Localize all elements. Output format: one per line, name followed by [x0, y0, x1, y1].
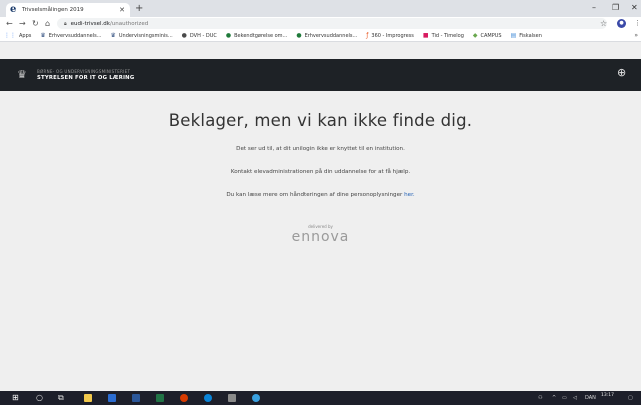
browser-tab[interactable]: e Trivselsmålingen 2019 ✕ — [6, 3, 130, 17]
bookmark-item[interactable]: ● Bekendtgørelse om... — [225, 31, 288, 39]
message-line-3: Du kan læse mere om håndteringen af dine… — [0, 192, 641, 198]
bookmark-item[interactable]: ♛ Undervisningsminis... — [110, 31, 173, 39]
agency-name: STYRELSEN FOR IT OG LÆRING — [37, 75, 135, 81]
bookmark-item[interactable]: ◆ CAMPUS — [472, 31, 502, 39]
campus-icon: ◆ — [472, 31, 478, 39]
reload-icon[interactable]: ↻ — [32, 17, 39, 30]
main-content: Beklager, men vi kan ikke finde dig. Det… — [0, 91, 641, 391]
bookmark-item[interactable]: ▤ Fiskalsen — [510, 31, 542, 39]
message-line-1: Det ser ud til, at dit unilogin ikke er … — [236, 146, 405, 152]
tab-close-icon[interactable]: ✕ — [119, 6, 125, 14]
privacy-link[interactable]: her. — [404, 192, 415, 198]
bookmark-label: Bekendtgørelse om... — [234, 32, 288, 39]
word-icon[interactable] — [132, 394, 140, 402]
task-view-icon[interactable]: ⧉ — [58, 391, 64, 405]
maximize-icon[interactable]: ❐ — [612, 2, 619, 14]
volume-icon[interactable]: ◁ — [573, 391, 577, 405]
menu-kebab-icon[interactable]: ⋮ — [634, 17, 641, 30]
minimize-icon[interactable]: – — [592, 2, 596, 14]
skype-icon[interactable] — [204, 394, 212, 402]
profile-avatar[interactable]: ● — [617, 19, 626, 28]
message-line-2: Kontakt elevadministrationen på din udda… — [230, 169, 411, 175]
circle-logo-icon: ● — [181, 31, 187, 39]
bookmark-label: 360 - Improgress — [371, 32, 414, 39]
bookmark-label: DVH - DUC — [189, 32, 217, 39]
taskbar-clock[interactable]: 13:17 — [601, 393, 614, 398]
browser-toolbar: ← → ↻ ⌂ 🔒︎ eudi-trivsel.dk/unauthorized … — [0, 17, 641, 30]
file-explorer-icon[interactable] — [84, 394, 92, 402]
browser-tab-strip: e Trivselsmålingen 2019 ✕ + – ❐ ✕ — [0, 0, 641, 17]
bookmark-label: Apps — [19, 32, 32, 39]
bookmark-item[interactable]: ƒ 360 - Improgress — [366, 31, 414, 39]
folder-icon: ▤ — [510, 31, 517, 39]
url-host: eudi-trivsel.dk — [70, 20, 110, 27]
bookmark-item[interactable]: ♛ Erhvervsuddannels... — [40, 31, 102, 39]
bookmark-label: Fiskalsen — [519, 32, 542, 39]
bookmark-label: Undervisningsminis... — [118, 32, 173, 39]
page-title: Beklager, men vi kan ikke finde dig. — [168, 111, 473, 130]
ennova-favicon-icon: e — [10, 4, 17, 15]
new-tab-button[interactable]: + — [135, 2, 143, 16]
crown-crest-icon: ♛ — [17, 68, 27, 81]
search-icon[interactable]: ○ — [36, 391, 43, 405]
crown-icon: ♛ — [110, 31, 116, 39]
windows-taskbar: ⊞ ○ ⧉ ⚇ ^ ▭ ◁ DAN 13:17 ▢ — [0, 391, 641, 405]
crown-icon: ♛ — [40, 31, 46, 39]
settings-icon[interactable] — [252, 394, 260, 402]
back-arrow-icon[interactable]: ← — [6, 17, 13, 30]
ennova-logo: ennova — [291, 229, 350, 245]
circle-logo-icon: ● — [225, 31, 232, 39]
outlook-icon[interactable] — [108, 394, 116, 402]
lock-icon: 🔒︎ — [64, 20, 67, 27]
bookmarks-overflow-icon[interactable]: » — [634, 30, 638, 41]
timelog-icon: ■ — [422, 31, 429, 39]
circle-logo-icon: ● — [296, 31, 302, 39]
improgress-icon: ƒ — [366, 31, 369, 39]
bookmark-item[interactable]: ● Erhvervsuddannels... — [296, 31, 358, 39]
forward-arrow-icon[interactable]: → — [19, 17, 26, 30]
clock-time: 13:17 — [601, 393, 614, 398]
notifications-icon[interactable]: ▢ — [628, 391, 633, 405]
url-path: /unauthorized — [109, 20, 149, 27]
tab-title: Trivselsmålingen 2019 — [22, 7, 84, 13]
bookmarks-bar: ⋮⋮ Apps ♛ Erhvervsuddannels... ♛ Undervisning… — [0, 30, 641, 42]
excel-icon[interactable] — [156, 394, 164, 402]
bookmark-item[interactable]: ■ Tid - Timelog — [422, 31, 464, 39]
bookmark-star-icon[interactable]: ☆ — [600, 17, 607, 30]
bookmark-label: Erhvervsuddannels... — [48, 32, 102, 39]
paint-icon[interactable] — [228, 394, 236, 402]
chrome-icon[interactable] — [180, 394, 188, 402]
language-indicator[interactable]: DAN — [585, 391, 596, 405]
bookmark-label: Tid - Timelog — [431, 32, 464, 39]
bookmark-item[interactable]: ● DVH - DUC — [181, 31, 217, 39]
network-icon[interactable]: ▭ — [562, 391, 567, 405]
privacy-text: Du kan læse mere om håndteringen af dine… — [226, 192, 405, 198]
bookmark-label: Erhvervsuddannels... — [304, 32, 358, 39]
address-bar[interactable]: 🔒︎ eudi-trivsel.dk/unauthorized — [57, 18, 607, 29]
windows-start-icon[interactable]: ⊞ — [12, 391, 19, 405]
bookmark-label: CAMPUS — [480, 32, 502, 39]
apps-icon: ⋮⋮ — [4, 31, 16, 39]
bookmark-item[interactable]: ⋮⋮ Apps — [4, 31, 32, 39]
ministry-name: BØRNE- OG UNDERVISNINGSMINISTERIET — [37, 69, 131, 74]
tray-chevron-icon[interactable]: ^ — [552, 391, 556, 405]
language-globe-icon[interactable]: ⊕ — [617, 67, 626, 78]
window-close-icon[interactable]: ✕ — [631, 2, 638, 14]
home-icon[interactable]: ⌂ — [45, 17, 50, 30]
people-icon[interactable]: ⚇ — [538, 391, 542, 405]
